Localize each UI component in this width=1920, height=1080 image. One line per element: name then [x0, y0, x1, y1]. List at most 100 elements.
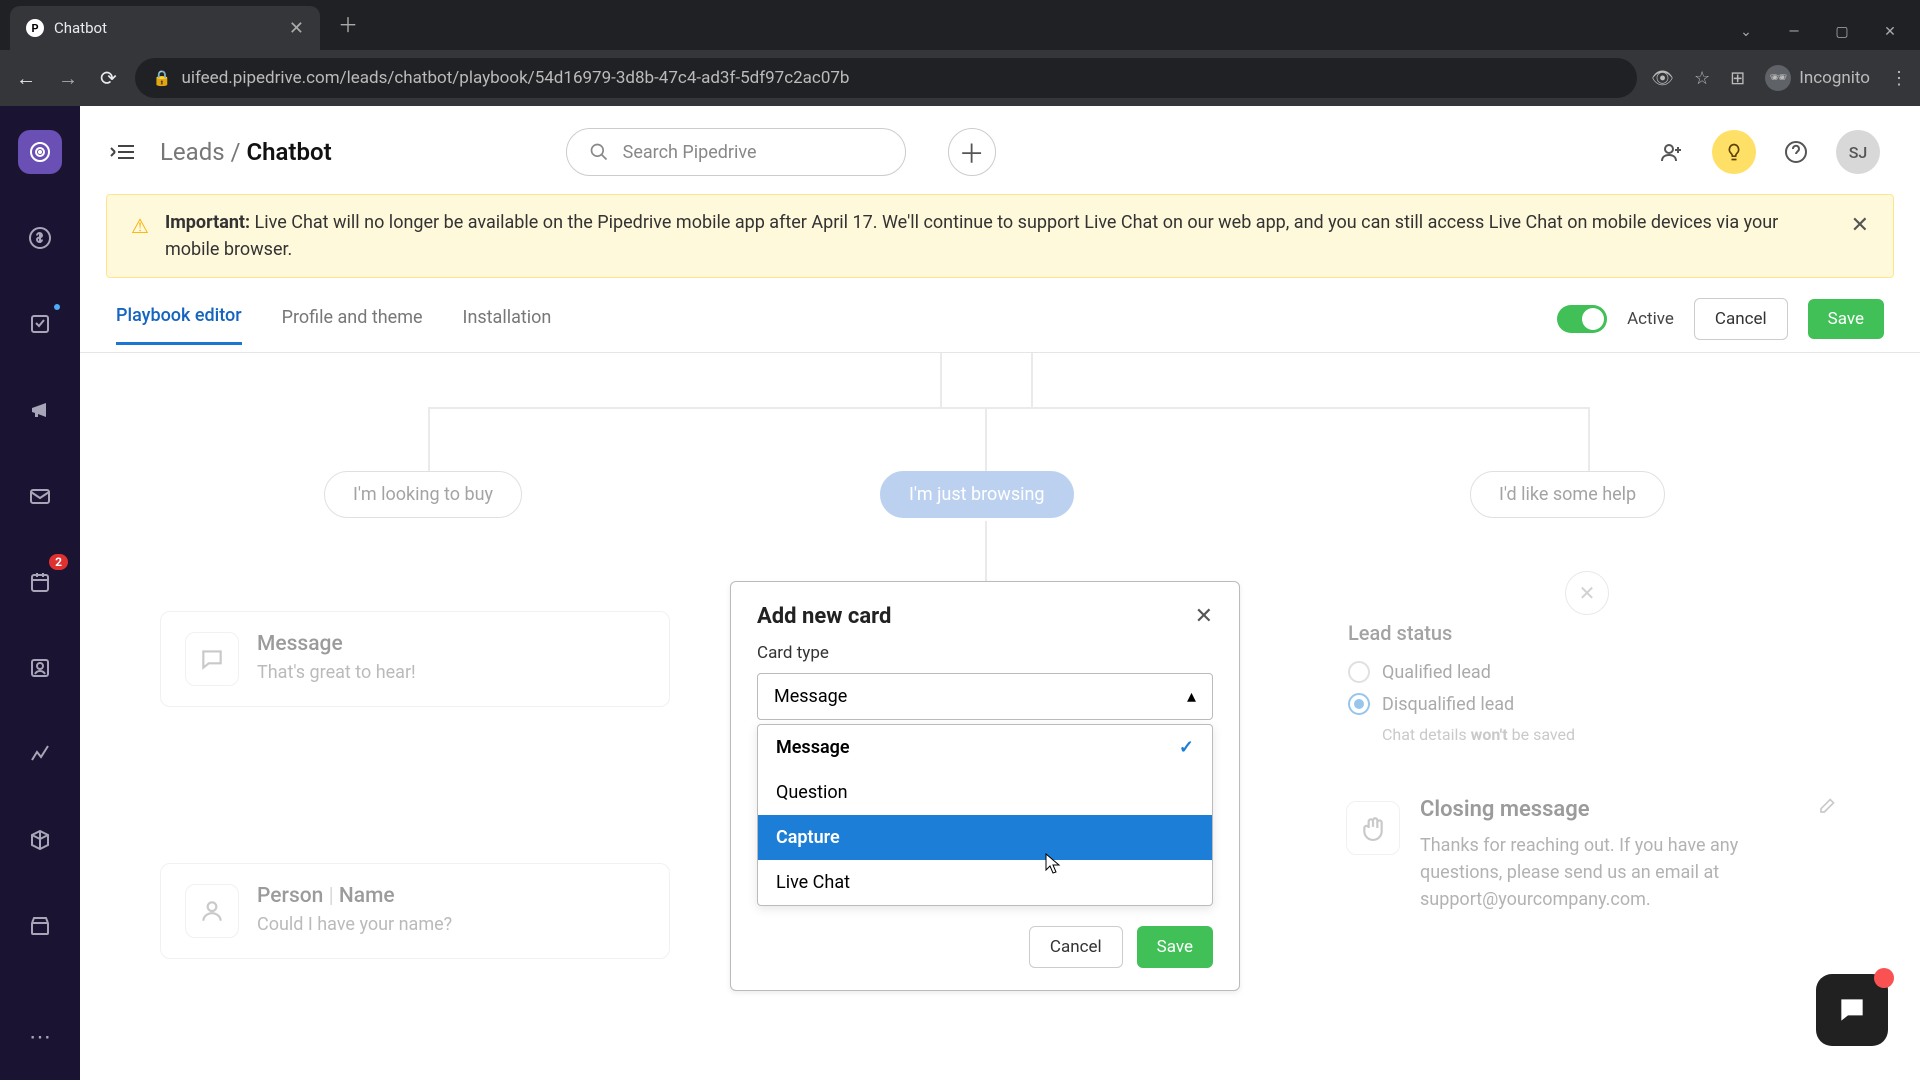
radio-label: Disqualified lead: [1382, 694, 1514, 715]
dropdown-option-message[interactable]: Message ✓: [758, 725, 1212, 770]
minimize-button[interactable]: —: [1784, 24, 1804, 40]
notification-dot: [1874, 968, 1894, 988]
sidebar-item-leads[interactable]: [18, 130, 62, 174]
active-toggle[interactable]: [1557, 305, 1607, 333]
breadcrumb-current: Chatbot: [246, 138, 331, 166]
connector-line: [428, 407, 430, 471]
option-label: Capture: [776, 827, 840, 848]
lead-status-block: Lead status Qualified lead Disqualified …: [1348, 621, 1828, 744]
sidebar-item-campaigns[interactable]: [18, 388, 62, 432]
tab-favicon: P: [26, 19, 44, 37]
bookmark-icon[interactable]: ☆: [1694, 68, 1710, 89]
close-icon[interactable]: ✕: [1851, 209, 1869, 242]
closing-message-card[interactable]: Closing message Thanks for reaching out.…: [1346, 797, 1836, 913]
activities-badge: 2: [49, 554, 68, 570]
option-pill-help[interactable]: I'd like some help: [1470, 471, 1665, 518]
extension-icon[interactable]: ⊞: [1730, 68, 1745, 89]
sidebar-item-products[interactable]: [18, 818, 62, 862]
incognito-badge[interactable]: 🕶 Incognito: [1765, 65, 1870, 91]
modal-title: Add new card: [757, 604, 891, 629]
incognito-icon: 🕶: [1765, 65, 1791, 91]
option-pill-looking[interactable]: I'm looking to buy: [324, 471, 522, 518]
close-branch-button[interactable]: ✕: [1565, 571, 1609, 615]
field-label: Card type: [757, 643, 1213, 663]
banner-text: Live Chat will no longer be available on…: [165, 212, 1778, 260]
eye-off-icon[interactable]: 👁: [1651, 68, 1674, 89]
close-icon[interactable]: ✕: [289, 18, 304, 39]
sidebar-item-marketplace[interactable]: [18, 904, 62, 948]
warning-banner: ⚠ Important: Live Chat will no longer be…: [106, 194, 1894, 278]
user-avatar[interactable]: SJ: [1836, 130, 1880, 174]
incognito-label: Incognito: [1799, 68, 1870, 88]
closing-title: Closing message: [1420, 797, 1796, 822]
option-label: Live Chat: [776, 872, 850, 893]
sidebar-item-activities[interactable]: 2: [18, 560, 62, 604]
sidebar-item-mail[interactable]: [18, 474, 62, 518]
dropdown-option-question[interactable]: Question: [758, 770, 1212, 815]
lock-icon: 🔒: [153, 69, 172, 87]
tab-playbook-editor[interactable]: Playbook editor: [116, 305, 242, 345]
sidebar-item-contacts[interactable]: [18, 646, 62, 690]
person-card[interactable]: Person | Name Could I have your name?: [160, 863, 670, 959]
dropdown-option-capture[interactable]: Capture: [758, 815, 1212, 860]
breadcrumb-parent[interactable]: Leads: [160, 138, 225, 166]
maximize-button[interactable]: ▢: [1832, 24, 1852, 40]
close-icon[interactable]: ✕: [1195, 604, 1213, 629]
cancel-button[interactable]: Cancel: [1694, 298, 1788, 340]
collapse-sidebar-icon[interactable]: [110, 142, 136, 162]
connector-line: [940, 353, 942, 407]
tab-profile-theme[interactable]: Profile and theme: [282, 307, 423, 344]
radio-disqualified[interactable]: Disqualified lead: [1348, 693, 1828, 715]
person-icon: [185, 884, 239, 938]
wave-icon: [1346, 801, 1400, 855]
radio-icon: [1348, 693, 1370, 715]
quick-add-button[interactable]: ＋: [948, 128, 996, 176]
page-header: Leads / Chatbot Search Pipedrive ＋ SJ: [80, 106, 1920, 194]
card-title: Message: [257, 632, 416, 656]
radio-qualified[interactable]: Qualified lead: [1348, 661, 1828, 683]
active-toggle-label: Active: [1627, 309, 1674, 329]
browser-toolbar: ← → ⟳ 🔒 uifeed.pipedrive.com/leads/chatb…: [0, 50, 1920, 106]
radio-label: Qualified lead: [1382, 662, 1491, 683]
url-bar[interactable]: 🔒 uifeed.pipedrive.com/leads/chatbot/pla…: [135, 58, 1637, 98]
hints-icon[interactable]: [1712, 130, 1756, 174]
back-button[interactable]: ←: [12, 62, 40, 95]
option-pill-browsing[interactable]: I'm just browsing: [880, 471, 1074, 518]
invite-users-icon[interactable]: [1650, 130, 1694, 174]
reload-button[interactable]: ⟳: [96, 62, 121, 94]
kebab-menu-icon[interactable]: ⋮: [1890, 68, 1908, 89]
sidebar-more-icon[interactable]: ⋯: [29, 1025, 51, 1050]
lead-status-hint: Chat details won't be saved: [1382, 725, 1828, 744]
edit-icon[interactable]: [1816, 797, 1836, 817]
forward-button[interactable]: →: [54, 62, 82, 95]
lead-status-title: Lead status: [1348, 621, 1828, 645]
tab-installation[interactable]: Installation: [463, 307, 552, 344]
select-value: Message: [774, 686, 847, 707]
card-type-dropdown: Message ✓ Question Capture Live Chat: [757, 724, 1213, 906]
option-label: Question: [776, 782, 848, 803]
tab-title: Chatbot: [54, 19, 279, 37]
card-subtitle: Could I have your name?: [257, 914, 452, 935]
new-tab-button[interactable]: ＋: [338, 9, 358, 38]
dropdown-option-livechat[interactable]: Live Chat: [758, 860, 1212, 905]
breadcrumb: Leads / Chatbot: [160, 138, 332, 166]
browser-tab[interactable]: P Chatbot ✕: [10, 6, 320, 50]
save-button[interactable]: Save: [1808, 299, 1884, 339]
modal-save-button[interactable]: Save: [1137, 926, 1213, 968]
message-card[interactable]: Message That's great to hear!: [160, 611, 670, 707]
option-label: Message: [776, 737, 850, 758]
chevron-down-icon[interactable]: ⌄: [1736, 24, 1756, 40]
chat-widget-button[interactable]: [1816, 974, 1888, 1046]
card-type-select[interactable]: Message ▴: [757, 673, 1213, 720]
sidebar-item-projects[interactable]: [18, 302, 62, 346]
help-icon[interactable]: [1774, 130, 1818, 174]
connector-line: [1588, 407, 1590, 471]
sidebar-item-insights[interactable]: [18, 732, 62, 776]
connector-line: [985, 407, 987, 471]
close-window-button[interactable]: ✕: [1880, 24, 1900, 40]
add-card-modal: Add new card ✕ Card type Message ▴ Messa…: [730, 581, 1240, 991]
modal-cancel-button[interactable]: Cancel: [1029, 926, 1123, 968]
global-search[interactable]: Search Pipedrive: [566, 128, 906, 176]
sidebar-item-deals[interactable]: [18, 216, 62, 260]
playbook-canvas[interactable]: I'm looking to buy I'm just browsing I'd…: [80, 353, 1920, 1080]
